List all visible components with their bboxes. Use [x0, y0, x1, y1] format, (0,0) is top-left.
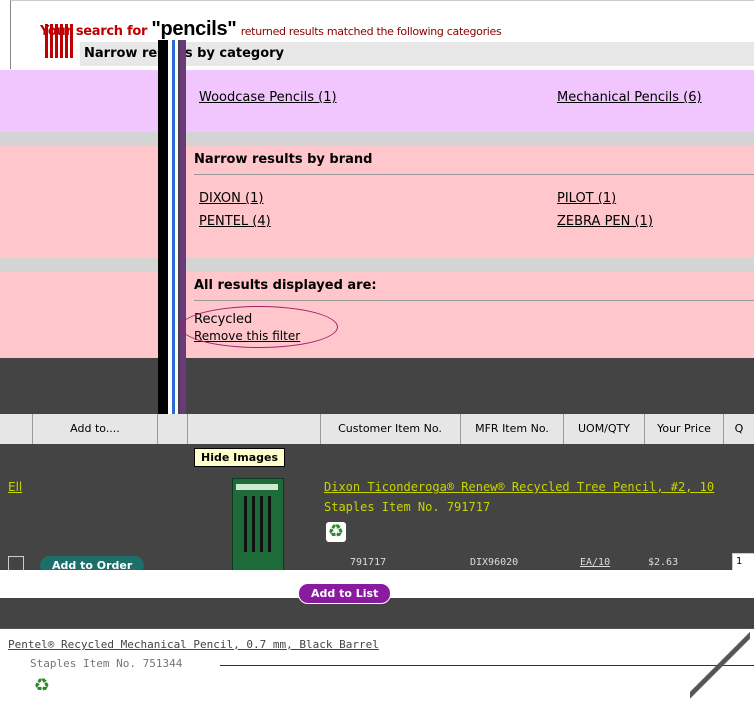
left-separator-2 — [0, 258, 160, 272]
pencil-graphic — [252, 496, 255, 552]
col-left-stub — [0, 414, 33, 444]
product-left-link[interactable]: Ell — [8, 480, 22, 494]
brand-link-zebra[interactable]: ZEBRA PEN (1) — [557, 214, 653, 229]
add-to-list-button[interactable]: Add to List — [298, 583, 392, 604]
narrow-brand-title: Narrow results by brand — [194, 152, 373, 167]
customer-item-value: 791717 — [350, 557, 387, 568]
recycle-icon: ♻ — [32, 675, 52, 696]
row-divider — [0, 628, 754, 629]
brand-link-pentel[interactable]: PENTEL (4) — [199, 214, 271, 229]
left-filter-band — [0, 272, 160, 358]
left-brand-band — [0, 146, 160, 258]
col-price: Your Price — [645, 414, 724, 444]
col-customer-item: Customer Item No. — [320, 414, 461, 444]
pencil-graphic — [244, 496, 247, 552]
search-summary: Your search for "pencils" returned resul… — [40, 18, 502, 41]
brand-rule — [194, 174, 754, 175]
left-separator-1 — [0, 132, 160, 146]
brand-link-pilot[interactable]: PILOT (1) — [557, 191, 616, 206]
separator-1 — [186, 132, 754, 146]
hide-images-button[interactable]: Hide Images — [194, 448, 285, 467]
col-add-to: Add to.... — [33, 414, 158, 444]
product-image-label — [236, 484, 278, 490]
search-prefix: Your search for — [40, 24, 148, 39]
filters-title: All results displayed are: — [194, 278, 377, 293]
category-link-mechanical[interactable]: Mechanical Pencils (6) — [557, 90, 702, 105]
col-description — [187, 414, 321, 444]
product-item-no-pentel: Staples Item No. 751344 — [30, 657, 183, 670]
pencil-graphic — [260, 496, 263, 552]
results-table-header: Add to.... Customer Item No. MFR Item No… — [0, 414, 754, 445]
col-mfr-item: MFR Item No. — [461, 414, 564, 444]
product-title-dixon[interactable]: Dixon Ticonderoga® Renew® Recycled Tree … — [324, 480, 714, 494]
col-qty: Q — [734, 422, 744, 435]
product-image-pentel[interactable] — [690, 630, 750, 706]
quantity-input[interactable]: 1 — [732, 553, 754, 571]
filter-highlight-ellipse — [180, 306, 338, 348]
recycle-icon: ♻ — [326, 521, 346, 542]
separator-2 — [186, 258, 754, 272]
filter-rule — [194, 300, 754, 301]
brand-link-dixon[interactable]: DIXON (1) — [199, 191, 263, 206]
col-uom: UOM/QTY — [564, 414, 645, 444]
left-category-band — [0, 70, 160, 132]
product-title-pentel[interactable]: Pentel® Recycled Mechanical Pencil, 0.7 … — [8, 638, 379, 651]
left-dark-band — [0, 358, 160, 414]
search-term: "pencils" — [151, 18, 237, 40]
mfr-item-value: DIX96020 — [470, 557, 519, 568]
lower-rule — [220, 665, 754, 666]
search-suffix: returned results matched the following c… — [240, 25, 502, 38]
category-link-woodcase[interactable]: Woodcase Pencils (1) — [199, 90, 337, 105]
price-value: $2.63 — [648, 557, 679, 568]
product-image-dixon[interactable] — [232, 478, 284, 572]
uom-value[interactable]: EA/10 — [580, 557, 610, 568]
product-item-no-dixon: Staples Item No. 791717 — [324, 500, 491, 514]
dark-band — [186, 358, 754, 414]
pencil-graphic — [268, 496, 271, 552]
